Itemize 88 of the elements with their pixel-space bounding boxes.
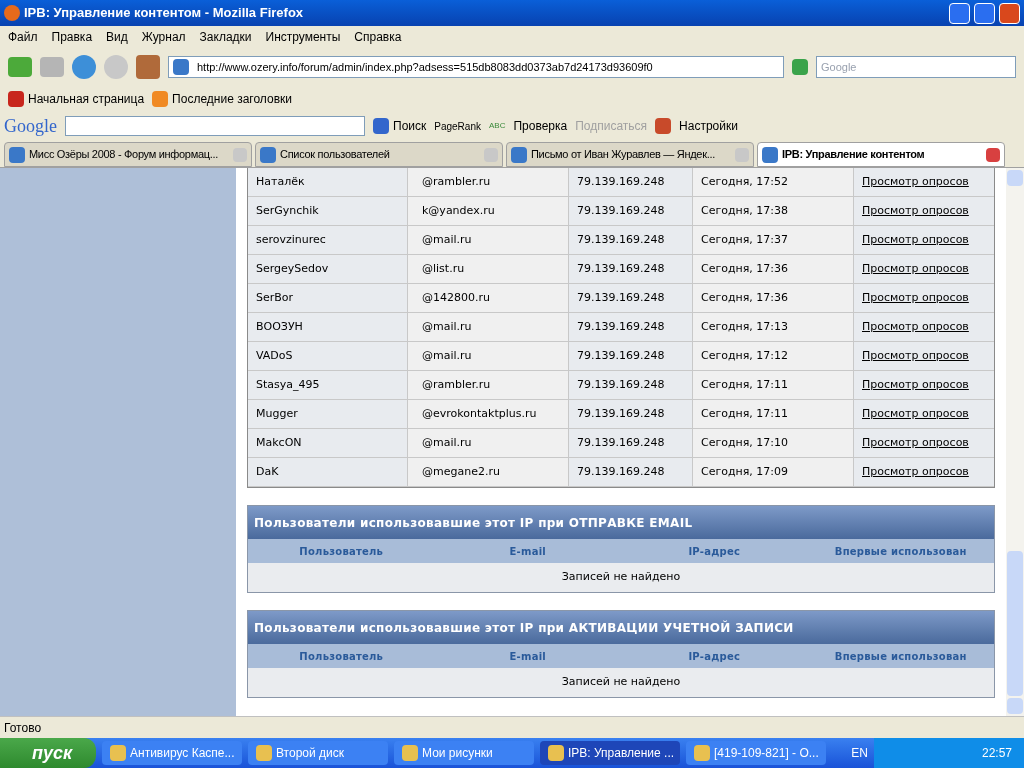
google-logo: Google: [4, 114, 57, 138]
column-header: IP-адрес: [687, 649, 742, 664]
table-cell: @mail.ru: [408, 342, 569, 370]
section-header: Пользователи использовавшие этот IP при АКТИВАЦИИ УЧЕТНОЙ ЗАПИСИ: [248, 611, 994, 644]
table-cell: 79.139.169.248: [569, 458, 693, 486]
table-cell: DaK: [248, 458, 408, 486]
window-title: IPB: Управление контентом - Mozilla Firefox: [24, 4, 305, 23]
table-cell: Mugger: [248, 400, 408, 428]
google-search-field[interactable]: [65, 116, 365, 136]
table-cell: 79.139.169.248: [569, 429, 693, 457]
column-header: E-mail: [508, 544, 547, 559]
search-button[interactable]: Поиск: [373, 117, 427, 135]
table-cell: Сегодня, 17:11: [693, 400, 854, 428]
column-header: Пользователь: [298, 544, 385, 559]
table-cell: Сегодня, 17:36: [693, 255, 854, 283]
table-cell: @evrokontaktplus.ru: [408, 400, 569, 428]
table-cell: 79.139.169.248: [569, 284, 693, 312]
table-cell: ВООЗУН: [248, 313, 408, 341]
taskbar-button[interactable]: Антивирус Каспе...: [102, 741, 242, 765]
table-cell: Сегодня, 17:13: [693, 313, 854, 341]
table-cell: Сегодня, 17:10: [693, 429, 854, 457]
table-cell: 79.139.169.248: [569, 255, 693, 283]
table-cell: @mail.ru: [408, 226, 569, 254]
table-cell: Сегодня, 17:38: [693, 197, 854, 225]
table-cell: @rambler.ru: [408, 371, 569, 399]
empty-message: Записей не найдено: [560, 674, 682, 691]
browser-tab[interactable]: Список пользователей: [255, 142, 503, 167]
table-cell: 79.139.169.248: [569, 226, 693, 254]
table-cell: SerGynchik: [248, 197, 408, 225]
table-cell: 79.139.169.248: [569, 400, 693, 428]
table-cell: Сегодня, 17:37: [693, 226, 854, 254]
pagerank-label: PageRank: [434, 119, 481, 134]
menu-item[interactable]: Закладки: [199, 28, 252, 46]
table-cell: Сегодня, 17:36: [693, 284, 854, 312]
menu-item[interactable]: Файл: [8, 28, 38, 46]
table-cell: 79.139.169.248: [569, 197, 693, 225]
taskbar-button[interactable]: IPB: Управление ...: [540, 741, 680, 765]
taskbar-button[interactable]: Второй диск: [248, 741, 388, 765]
table-cell: serovzinurec: [248, 226, 408, 254]
table-cell: 79.139.169.248: [569, 342, 693, 370]
check-button[interactable]: Проверка: [513, 117, 568, 135]
menu-item[interactable]: Вид: [106, 28, 128, 46]
empty-message: Записей не найдено: [560, 569, 682, 586]
clock: 22:57: [981, 745, 1012, 762]
menu-item[interactable]: Правка: [51, 28, 93, 46]
spellcheck-icon: ABC: [488, 120, 506, 132]
bookmark-link[interactable]: Последние заголовки: [172, 90, 292, 108]
table-cell: Сегодня, 17:09: [693, 458, 854, 486]
taskbar-button[interactable]: Мои рисунки: [394, 741, 534, 765]
table-cell: 79.139.169.248: [569, 313, 693, 341]
table-cell: SergeySedov: [248, 255, 408, 283]
column-header: Впервые использован: [833, 649, 968, 664]
column-header: E-mail: [508, 649, 547, 664]
column-header: Пользователь: [298, 649, 385, 664]
browser-tab[interactable]: Мисс Озёры 2008 - Форум информац...: [4, 142, 252, 167]
table-cell: @mail.ru: [408, 429, 569, 457]
taskbar-button[interactable]: [419-109-821] - О...: [686, 741, 826, 765]
table-cell: @142800.ru: [408, 284, 569, 312]
search-field[interactable]: Google: [816, 56, 1016, 78]
browser-tab[interactable]: IPB: Управление контентом: [757, 142, 1005, 167]
bookmark-link[interactable]: Начальная страница: [28, 90, 145, 108]
section-header: Пользователи использовавшие этот IP при ОТПРАВКЕ EMAIL: [248, 506, 994, 539]
table-cell: VADoS: [248, 342, 408, 370]
menu-item[interactable]: Инструменты: [265, 28, 341, 46]
table-cell: SerBor: [248, 284, 408, 312]
table-cell: Сегодня, 17:52: [693, 168, 854, 196]
settings-button[interactable]: Настройки: [679, 117, 738, 135]
menu-item[interactable]: Справка: [354, 28, 402, 46]
menu-item[interactable]: Журнал: [141, 28, 186, 46]
table-cell: @megane2.ru: [408, 458, 569, 486]
table-cell: Сегодня, 17:11: [693, 371, 854, 399]
table-cell: @mail.ru: [408, 313, 569, 341]
column-header: Впервые использован: [833, 544, 968, 559]
start-button[interactable]: пуск: [0, 738, 96, 768]
table-cell: 79.139.169.248: [569, 371, 693, 399]
address-field[interactable]: http://www.ozery.info/forum/admin/index.php?adsess=515db8083dd0373ab7d24173d93609f0: [168, 56, 784, 78]
column-header: IP-адрес: [687, 544, 742, 559]
browser-tab[interactable]: Письмо от Иван Журавлев — Яндек...: [506, 142, 754, 167]
language-indicator: EN: [851, 745, 868, 762]
table-cell: MakcON: [248, 429, 408, 457]
table-cell: k@yandex.ru: [408, 197, 569, 225]
table-cell: @rambler.ru: [408, 168, 569, 196]
table-cell: Stasya_495: [248, 371, 408, 399]
table-cell: @list.ru: [408, 255, 569, 283]
table-cell: 79.139.169.248: [569, 168, 693, 196]
table-cell: Наталёк: [248, 168, 408, 196]
table-cell: Сегодня, 17:12: [693, 342, 854, 370]
status-text: Готово: [4, 719, 42, 737]
